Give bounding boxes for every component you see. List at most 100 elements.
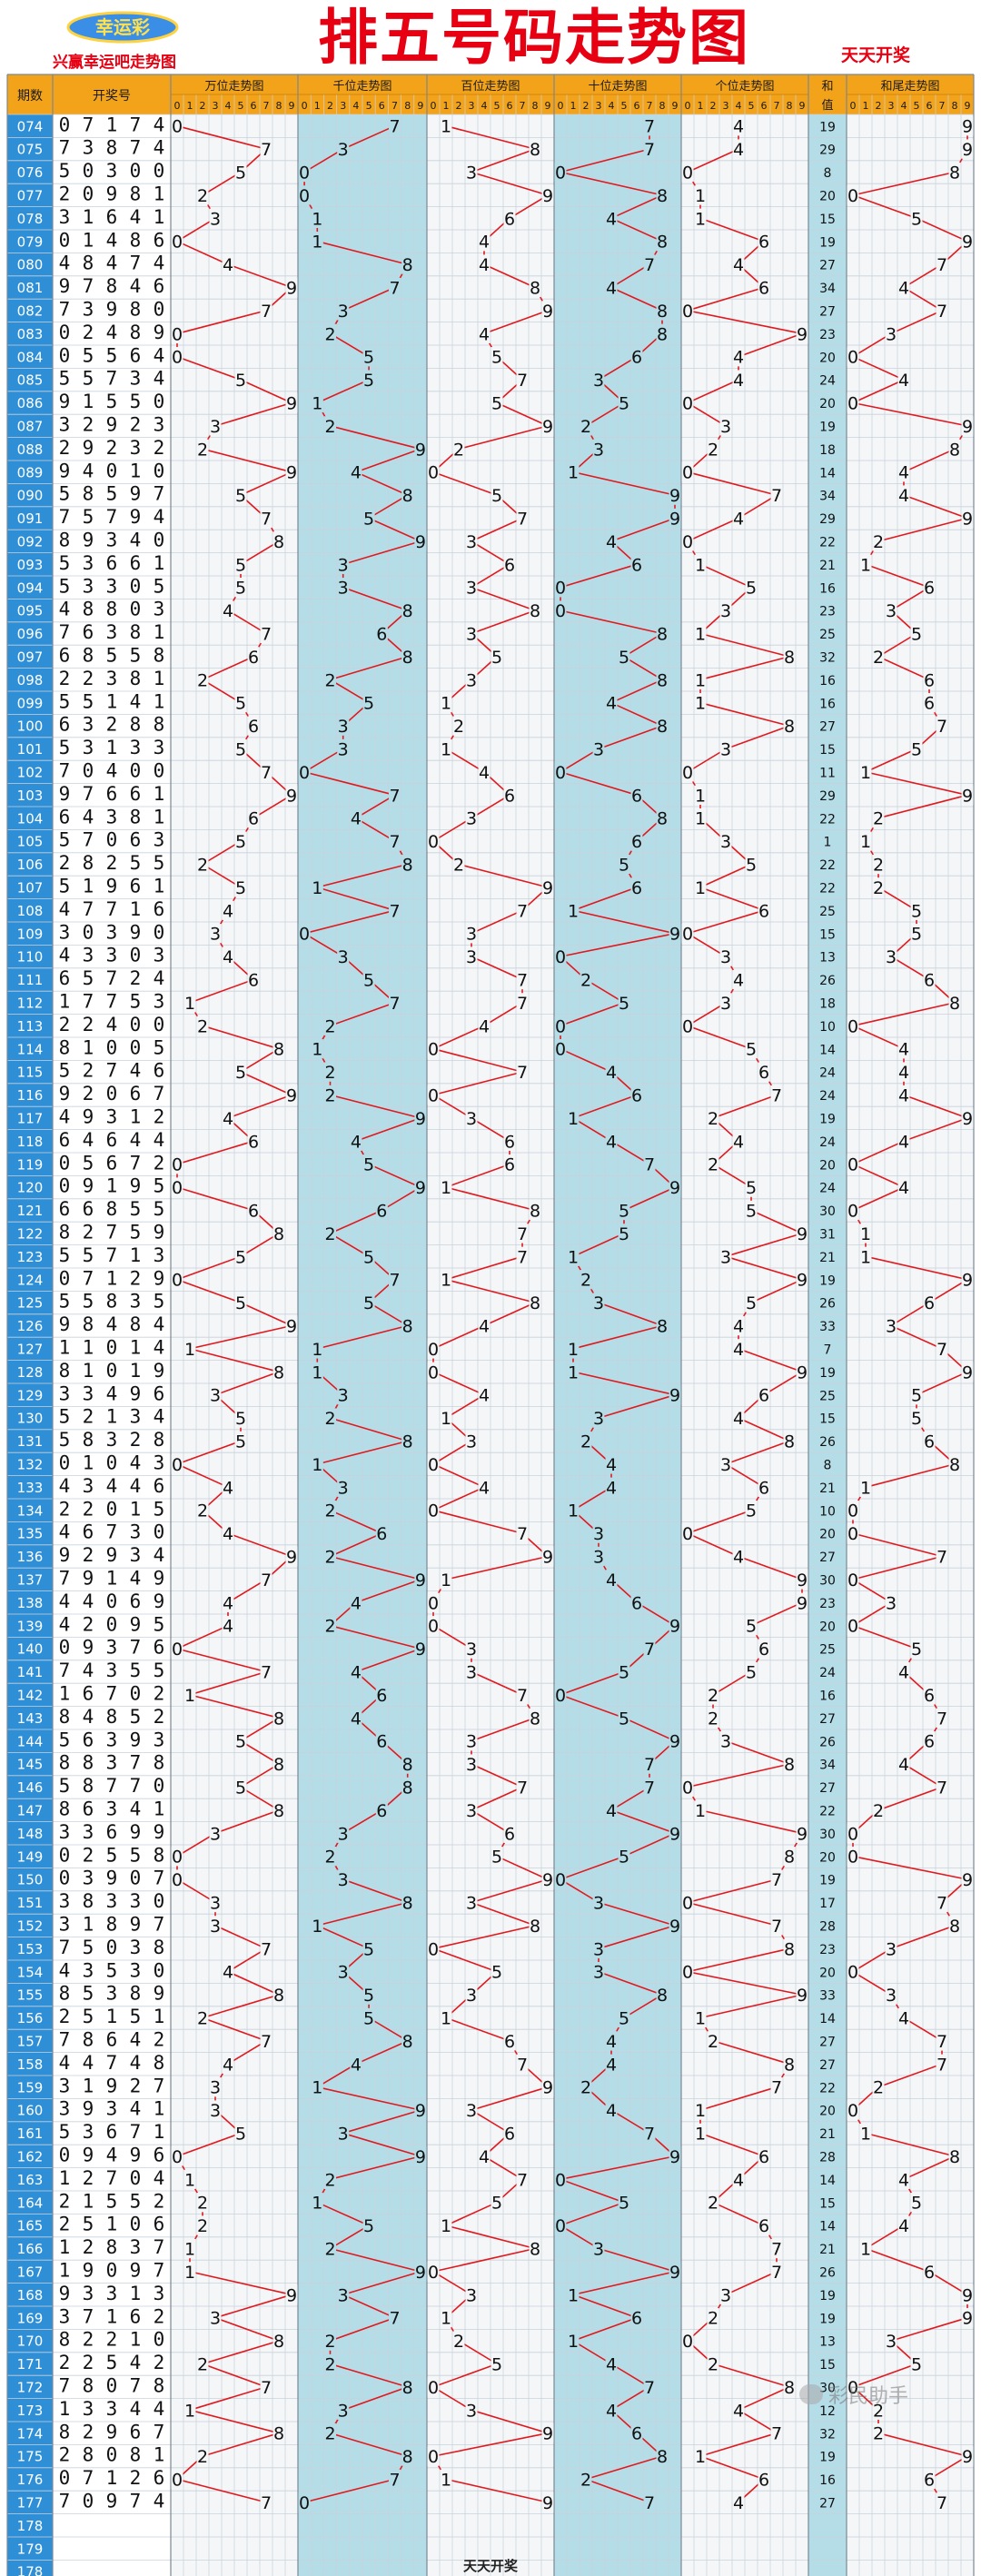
digit-header: 5 (914, 100, 920, 112)
digit-mark: 6 (504, 555, 515, 575)
digit-mark: 3 (466, 2285, 477, 2305)
sum-cell: 20 (819, 1528, 836, 1542)
draw-digit: 3 (106, 1660, 118, 1681)
digit-mark: 2 (324, 2240, 335, 2260)
draw-digit: 5 (154, 1175, 165, 1197)
draw-digit: 3 (130, 1937, 142, 1958)
draw-digit: 3 (83, 714, 94, 736)
draw-digit: 6 (83, 1729, 94, 1750)
digit-mark: 9 (669, 510, 680, 530)
digit-mark: 3 (210, 2078, 221, 2098)
sum-cell: 21 (819, 1251, 836, 1265)
digit-mark: 2 (708, 1686, 718, 1706)
draw-digit: 1 (154, 183, 165, 204)
digit-mark: 3 (466, 1986, 477, 2006)
digit-mark: 0 (172, 1870, 183, 1890)
draw-digit: 7 (106, 1521, 118, 1543)
draw-digit: 0 (130, 575, 142, 597)
digit-mark: 1 (184, 994, 195, 1014)
digit-mark: 2 (873, 856, 884, 876)
draw-digit: 3 (83, 1382, 94, 1404)
digit-header: 8 (276, 100, 282, 112)
digit-mark: 9 (669, 1917, 680, 1937)
digit-mark: 0 (682, 1524, 693, 1544)
draw-digit: 9 (59, 2283, 71, 2304)
digit-mark: 6 (758, 1478, 769, 1498)
digit-mark: 3 (210, 209, 221, 229)
draw-digit: 3 (130, 1890, 142, 1912)
digit-mark: 9 (286, 279, 297, 299)
digit-mark: 1 (695, 2125, 706, 2145)
period-cell: 097 (17, 649, 44, 665)
draw-digit: 8 (154, 2052, 165, 2074)
sum-cell: 20 (819, 1850, 836, 1865)
digit-mark: 5 (491, 1963, 502, 1983)
draw-digit: 3 (59, 206, 71, 228)
digit-mark: 5 (619, 1663, 629, 1683)
digit-mark: 1 (695, 2101, 706, 2121)
digit-header: 7 (939, 100, 946, 112)
digit-mark: 5 (746, 579, 757, 599)
period-cell: 176 (17, 2472, 44, 2488)
period-cell: 076 (17, 164, 44, 181)
digit-mark: 7 (771, 1917, 782, 1937)
period-cell: 096 (17, 626, 44, 642)
draw-digit: 3 (59, 1890, 71, 1912)
digit-mark: 9 (542, 302, 553, 322)
period-cell: 108 (17, 903, 44, 919)
digit-mark: 2 (873, 1801, 884, 1821)
digit-mark: 8 (530, 140, 540, 160)
digit-mark: 7 (771, 2078, 782, 2098)
sum-header-top: 和 (821, 80, 833, 94)
draw-digit: 4 (106, 253, 118, 274)
digit-mark: 3 (338, 302, 349, 322)
digit-mark: 5 (235, 1409, 246, 1429)
draw-digit: 2 (154, 2352, 165, 2373)
digit-mark: 7 (517, 971, 528, 991)
period-cell: 074 (17, 118, 44, 134)
draw-digit: 2 (130, 967, 142, 989)
draw-digit: 4 (130, 690, 142, 712)
sum-cell: 30 (819, 1204, 836, 1219)
digit-mark: 1 (568, 901, 579, 921)
draw-digit: 6 (59, 806, 71, 827)
digit-mark: 3 (886, 947, 897, 967)
draw-digit: 2 (130, 2075, 142, 2096)
draw-digit: 4 (59, 1959, 71, 1981)
period-cell: 107 (17, 879, 44, 896)
draw-digit: 6 (59, 1198, 71, 1220)
digit-mark: 5 (911, 2194, 922, 2214)
digit-mark: 0 (428, 832, 439, 852)
period-cell: 151 (17, 1895, 44, 1911)
digit-mark: 9 (797, 1824, 808, 1844)
digit-mark: 9 (286, 394, 297, 414)
period-cell: 148 (17, 1826, 44, 1842)
draw-digit: 1 (130, 2329, 142, 2351)
digit-mark: 7 (936, 717, 947, 737)
digit-mark: 5 (235, 579, 246, 599)
draw-digit: 6 (106, 1152, 118, 1174)
draw-digit: 3 (130, 1406, 142, 1428)
sum-cell: 22 (819, 812, 836, 827)
draw-digit: 1 (130, 898, 142, 920)
draw-digit: 8 (106, 599, 118, 620)
digit-mark: 4 (351, 1132, 362, 1152)
digit-mark: 6 (924, 971, 935, 991)
draw-digit: 5 (154, 575, 165, 597)
digit-mark: 0 (847, 1848, 858, 1868)
draw-digit: 5 (154, 1198, 165, 1220)
digit-mark: 0 (172, 1640, 183, 1660)
draw-digit: 5 (130, 990, 142, 1012)
draw-digit: 2 (83, 2167, 94, 2189)
draw-digit: 2 (59, 183, 71, 204)
draw-digit: 7 (106, 2167, 118, 2189)
sum-cell: 21 (819, 559, 836, 573)
draw-digit: 5 (106, 391, 118, 412)
sum-cell: 27 (819, 2496, 836, 2511)
digit-mark: 0 (847, 1202, 858, 1222)
draw-digit: 1 (59, 2236, 71, 2258)
draw-digit: 5 (83, 1244, 94, 1266)
digit-mark: 3 (210, 1917, 221, 1937)
draw-digit: 8 (83, 599, 94, 620)
draw-digit: 2 (106, 437, 118, 459)
